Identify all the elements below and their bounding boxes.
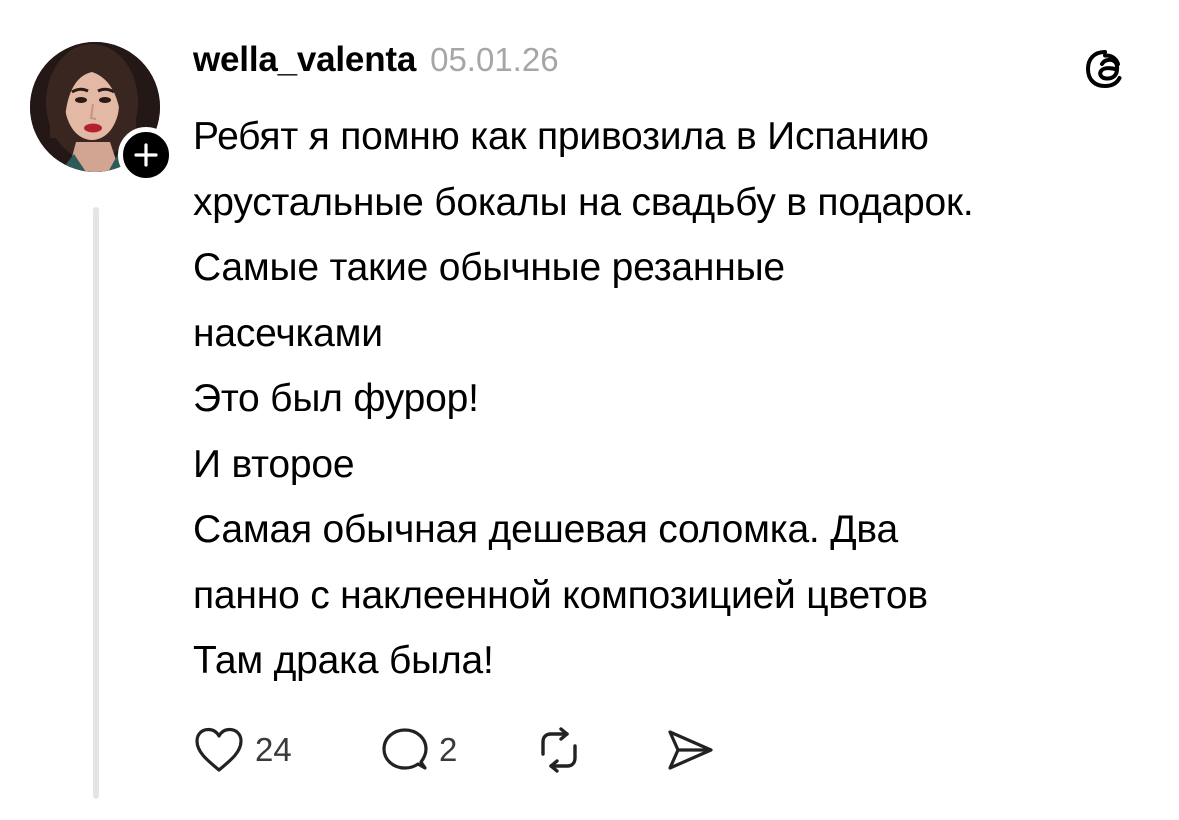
post-date: 05.01.26 bbox=[430, 41, 559, 78]
username[interactable]: wella_valenta bbox=[193, 40, 416, 80]
threads-post: wella_valenta 05.01.26 Ребят я помню как… bbox=[0, 0, 1179, 820]
send-icon bbox=[668, 730, 713, 770]
post-body-line: Ребят я помню как привозила в Испанию bbox=[193, 115, 929, 158]
repost-button[interactable] bbox=[534, 726, 664, 774]
share-button[interactable] bbox=[664, 726, 724, 774]
post-body-line: панно с наклеенной композицией цветов bbox=[193, 573, 928, 617]
post-body-line: Самые такие обычные резанные bbox=[193, 246, 785, 289]
post-body-line: насечками bbox=[193, 311, 383, 355]
post-actions: 24 2 bbox=[193, 722, 724, 778]
reply-count: 2 bbox=[439, 731, 458, 768]
reply-button[interactable]: 2 bbox=[381, 726, 534, 774]
post-header: wella_valenta 05.01.26 bbox=[193, 40, 559, 88]
post-body: Ребят я помню как привозила в Испанию хр… bbox=[193, 104, 1143, 694]
follow-button[interactable] bbox=[118, 127, 174, 183]
like-count: 24 bbox=[255, 731, 292, 768]
post-body-line: хрустальные бокалы на свадьбу в подарок. bbox=[193, 180, 974, 224]
heart-icon bbox=[195, 727, 243, 772]
threads-logo-icon[interactable] bbox=[1082, 46, 1128, 92]
thread-line bbox=[93, 207, 99, 799]
post-body-line: Это был фурор! bbox=[193, 377, 479, 420]
speech-bubble-icon bbox=[382, 728, 428, 770]
post-body-line: Там драка была! bbox=[193, 639, 494, 682]
like-button[interactable]: 24 bbox=[193, 726, 381, 774]
plus-icon bbox=[134, 143, 158, 167]
post-body-line: Самая обычная дешевая соломка. Два bbox=[193, 508, 898, 551]
post-body-line: И второе bbox=[193, 442, 355, 486]
repost-icon bbox=[541, 727, 577, 773]
